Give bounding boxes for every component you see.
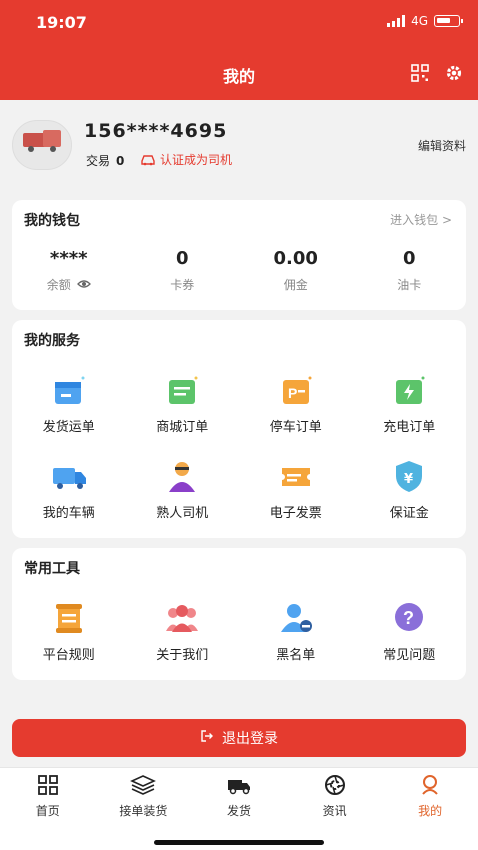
qr-code-icon[interactable] xyxy=(410,63,430,83)
service-mall-orders[interactable]: 商城订单 xyxy=(126,370,240,435)
logout-label: 退出登录 xyxy=(222,731,278,747)
gear-icon[interactable] xyxy=(444,63,464,83)
balance-value: **** xyxy=(49,248,88,269)
mall-order-icon xyxy=(162,370,202,410)
edit-profile-link[interactable]: 编辑资料 xyxy=(418,137,466,154)
page-title: 我的 xyxy=(222,67,255,86)
wallet-card: 我的钱包 进入钱包 > **** 余额 0 卡券 0.00 佣金 0 油卡 xyxy=(12,200,466,310)
home-indicator xyxy=(154,840,324,845)
certify-driver-link[interactable]: 认证成为司机 xyxy=(140,151,232,168)
tab-news[interactable]: 资讯 xyxy=(287,768,383,818)
tab-mine[interactable]: 我的 xyxy=(382,768,478,818)
tab-accept-orders[interactable]: 接单装货 xyxy=(96,768,192,818)
nav-bar: 我的 xyxy=(0,46,478,100)
service-charging-orders[interactable]: 充电订单 xyxy=(353,370,467,435)
service-e-invoice[interactable]: 电子发票 xyxy=(239,456,353,521)
avatar[interactable] xyxy=(12,120,72,170)
tool-about-us[interactable]: 关于我们 xyxy=(126,598,240,663)
service-deposit[interactable]: ¥ 保证金 xyxy=(353,456,467,521)
logout-icon xyxy=(200,729,214,747)
driver-icon xyxy=(162,456,202,496)
tab-home[interactable]: 首页 xyxy=(0,768,96,818)
tool-faq[interactable]: ? 常见问题 xyxy=(353,598,467,663)
profile-header: 156****4695 交易 0 认证成为司机 编辑资料 xyxy=(0,100,478,195)
coupons-value: 0 xyxy=(175,248,189,269)
group-icon xyxy=(162,598,202,638)
status-time: 19:07 xyxy=(36,13,87,32)
commission-label: 佣金 xyxy=(283,278,308,292)
services-title: 我的服务 xyxy=(24,333,80,349)
coupons-label: 卡券 xyxy=(170,278,195,292)
service-my-vehicles[interactable]: 我的车辆 xyxy=(12,456,126,521)
wallet-title: 我的钱包 xyxy=(24,213,80,229)
deal-count: 0 xyxy=(116,154,125,168)
tools-card: 常用工具 平台规则 关于我们 黑名单 ? 常见问题 xyxy=(12,548,466,680)
wallet-fuel-card[interactable]: 0 油卡 xyxy=(353,248,467,293)
service-known-drivers[interactable]: 熟人司机 xyxy=(126,456,240,521)
tool-blacklist[interactable]: 黑名单 xyxy=(239,598,353,663)
tab-ship[interactable]: 发货 xyxy=(191,768,287,818)
balance-label: 余额 xyxy=(46,278,71,292)
svg-text:P: P xyxy=(288,385,297,401)
certify-label: 认证成为司机 xyxy=(160,153,233,167)
car-icon xyxy=(141,154,155,165)
fuel-card-label: 油卡 xyxy=(397,278,422,292)
grid-icon xyxy=(37,775,58,795)
bottom-tab-bar: 首页 接单装货 发货 资讯 我的 xyxy=(0,767,478,850)
service-shipping-orders[interactable]: 发货运单 xyxy=(12,370,126,435)
block-user-icon xyxy=(276,598,316,638)
truck-icon xyxy=(49,456,89,496)
tool-platform-rules[interactable]: 平台规则 xyxy=(12,598,126,663)
logout-button[interactable]: 退出登录 xyxy=(12,719,466,757)
network-label: 4G xyxy=(411,14,428,28)
parking-icon: P xyxy=(276,370,316,410)
fuel-card-value: 0 xyxy=(402,248,416,269)
aperture-icon xyxy=(324,775,345,795)
services-card: 我的服务 发货运单 商城订单 P 停车订单 充电订单 我的车辆 熟人司机 电子发… xyxy=(12,320,466,538)
delivery-truck-icon xyxy=(227,780,250,795)
battery-icon xyxy=(434,15,463,27)
charging-icon xyxy=(389,370,429,410)
tools-title: 常用工具 xyxy=(24,561,80,577)
enter-wallet-link[interactable]: 进入钱包 > xyxy=(390,211,452,228)
signal-icon xyxy=(387,15,406,27)
wallet-balance[interactable]: **** 余额 xyxy=(12,248,126,293)
wallet-coupons[interactable]: 0 卡券 xyxy=(126,248,240,293)
scroll-icon xyxy=(49,598,89,638)
commission-value: 0.00 xyxy=(273,248,318,269)
service-parking-orders[interactable]: P 停车订单 xyxy=(239,370,353,435)
deal-label: 交易 xyxy=(86,154,111,168)
user-phone: 156****4695 xyxy=(84,120,228,142)
ticket-icon xyxy=(276,456,316,496)
wallet-commission[interactable]: 0.00 佣金 xyxy=(239,248,353,293)
status-bar: 19:07 4G xyxy=(0,0,478,46)
svg-text:?: ? xyxy=(403,608,414,628)
shield-yuan-icon: ¥ xyxy=(389,456,429,496)
layers-icon xyxy=(130,775,157,795)
person-icon xyxy=(422,775,438,795)
question-icon: ? xyxy=(389,598,429,638)
eye-icon[interactable] xyxy=(76,278,91,292)
box-icon xyxy=(49,370,89,410)
svg-text:¥: ¥ xyxy=(404,472,413,487)
